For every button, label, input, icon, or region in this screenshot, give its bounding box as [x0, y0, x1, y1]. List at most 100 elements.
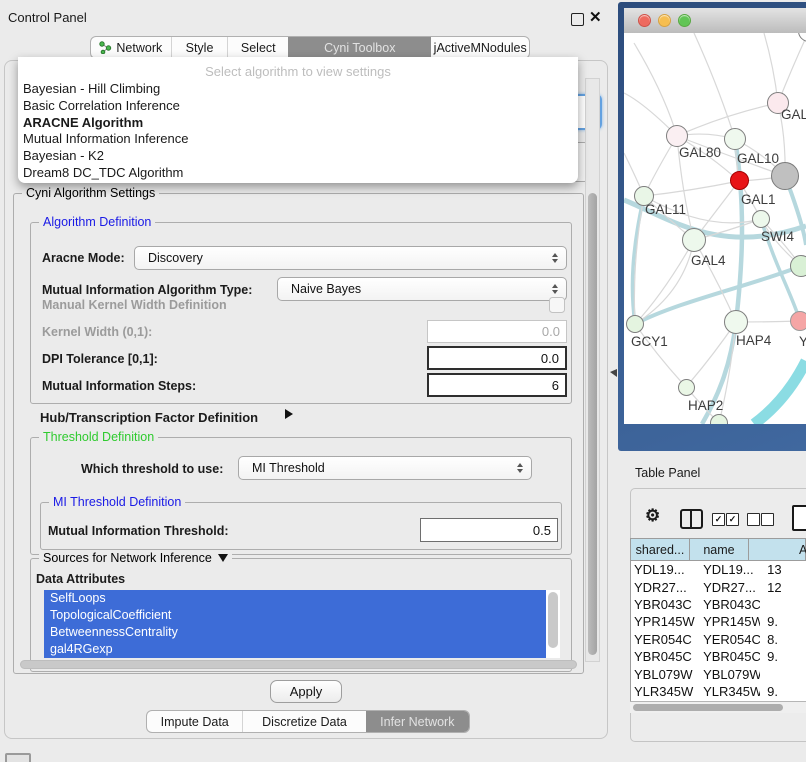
minimize-traffic-light-icon[interactable] — [658, 14, 671, 27]
table-horizontal-scrollbar[interactable] — [630, 701, 806, 713]
table-row: YBR045CYBR045C9. — [631, 648, 806, 665]
float-window-icon[interactable] — [571, 13, 584, 26]
table-scrollbar-thumb[interactable] — [633, 704, 783, 711]
tab-infer-network[interactable]: Infer Network — [366, 711, 469, 732]
tab-jactivemnodules[interactable]: jActiveMNodules — [431, 37, 529, 58]
deselect-all-columns-icon2[interactable] — [761, 513, 774, 526]
list-scrollbar-thumb[interactable] — [548, 592, 558, 648]
dropdown-item[interactable]: Basic Correlation Inference — [18, 98, 578, 115]
network-window-titlebar[interactable] — [624, 8, 806, 34]
node-gal4[interactable] — [682, 228, 706, 252]
network-canvas[interactable]: GAL80 GAL10 GAL1 GAL11 SWI4 GAL4 GCY1 HA… — [624, 33, 806, 424]
dropdown-item[interactable]: Mutual Information Inference — [18, 131, 578, 148]
node-label-gal11: GAL11 — [645, 202, 686, 217]
app-screen: Control Panel ✕ Network Style Select Cyn… — [0, 0, 806, 762]
scrollbar-thumb[interactable] — [588, 193, 597, 655]
node-y-cut[interactable] — [790, 311, 806, 331]
settings-group-title: Cyni Algorithm Settings — [22, 186, 159, 200]
dropdown-item[interactable]: Bayesian - Hill Climbing — [18, 81, 578, 98]
export-table-icon[interactable] — [792, 505, 806, 531]
node-hap2[interactable] — [678, 379, 695, 396]
mi-threshold-label: Mutual Information Threshold: — [48, 524, 229, 538]
algorithm-definition-title: Algorithm Definition — [39, 215, 155, 229]
dropdown-item[interactable]: Bayesian - K2 — [18, 148, 578, 165]
dropdown-item[interactable]: Dream8 DC_TDC Algorithm — [18, 165, 578, 182]
mi-type-combo[interactable]: Naive Bayes — [277, 277, 567, 301]
aracne-mode-combo[interactable]: Discovery — [134, 246, 567, 270]
columns-icon[interactable] — [680, 509, 703, 529]
node-label-hap4: HAP4 — [736, 333, 771, 348]
dropdown-item-selected[interactable]: ARACNE Algorithm — [18, 115, 578, 132]
tab-style[interactable]: Style — [171, 37, 228, 58]
manual-kernel-checkbox[interactable] — [549, 297, 565, 313]
mi-threshold-field[interactable]: 0.5 — [420, 518, 558, 542]
node-gal10[interactable] — [724, 128, 746, 150]
node-gal1[interactable] — [730, 171, 749, 190]
tab-select[interactable]: Select — [227, 37, 288, 58]
node-gal80[interactable] — [666, 125, 688, 147]
settings-vertical-scrollbar[interactable] — [585, 78, 600, 662]
table-panel-title: Table Panel — [635, 466, 700, 480]
attribute-item[interactable]: TopologicalCoefficient — [44, 607, 546, 624]
attribute-item[interactable]: gal4RGexp — [44, 641, 546, 658]
tab-network[interactable]: Network — [91, 37, 171, 58]
select-all-columns-icon2[interactable]: ✓ — [726, 513, 739, 526]
tab-discretize-data[interactable]: Discretize Data — [242, 711, 365, 732]
select-all-columns-icon[interactable]: ✓ — [712, 513, 725, 526]
table-row: YDR27...YDR27...12 — [631, 578, 806, 595]
algorithm-dropdown: Select algorithm to view settings Bayesi… — [18, 57, 578, 183]
close-icon[interactable]: ✕ — [589, 8, 602, 26]
kernel-width-field[interactable]: 0.0 — [427, 320, 567, 343]
sources-group-title: Sources for Network Inference — [43, 551, 212, 565]
combo-spinner-icon — [552, 284, 558, 294]
table-row: YER054CYER054C8. — [631, 631, 806, 648]
node-hap4[interactable] — [724, 310, 748, 334]
node-label-y-cut: Y — [799, 334, 806, 349]
apply-button[interactable]: Apply — [270, 680, 342, 703]
tab-cyni-toolbox[interactable]: Cyni Toolbox — [288, 37, 431, 58]
table-body[interactable]: YDL19...YDL19...13 YDR27...YDR27...12 YB… — [630, 561, 806, 701]
gear-icon[interactable]: ⚙ — [645, 506, 660, 526]
node-unnamed-gray[interactable] — [771, 162, 799, 190]
node-swi4[interactable] — [752, 210, 770, 228]
node-unnamed-green-right[interactable] — [790, 255, 806, 277]
deselect-all-columns-icon[interactable] — [747, 513, 760, 526]
hub-section-label[interactable]: Hub/Transcription Factor Definition — [40, 410, 258, 425]
mi-type-label: Mutual Information Algorithm Type: — [42, 283, 252, 297]
which-threshold-label: Which threshold to use: — [81, 462, 223, 476]
network-tab-icon — [99, 41, 112, 54]
table-row: YPR145WYPR145W9. — [631, 613, 806, 630]
tab-impute-data[interactable]: Impute Data — [147, 711, 242, 732]
attribute-items: SelfLoops TopologicalCoefficient Between… — [44, 590, 546, 658]
mi-steps-field[interactable]: 6 — [427, 373, 567, 397]
dropdown-items: Bayesian - Hill Climbing Basic Correlati… — [18, 81, 578, 182]
column-header-cut[interactable]: A — [749, 539, 805, 560]
zoom-traffic-light-icon[interactable] — [678, 14, 691, 27]
node-label-gal10: GAL10 — [737, 151, 779, 166]
dpi-tolerance-field[interactable]: 0.0 — [427, 346, 567, 370]
node-label-gal1: GAL1 — [741, 192, 776, 207]
attribute-item[interactable]: BetweennessCentrality — [44, 624, 546, 641]
settings-horizontal-scrollbar[interactable] — [20, 660, 577, 669]
tab-network-label: Network — [116, 41, 162, 55]
manual-kernel-label: Manual Kernel Width Definition — [42, 298, 227, 312]
aracne-mode-label: Aracne Mode: — [42, 251, 125, 265]
attribute-item[interactable]: SelfLoops — [44, 590, 546, 607]
column-header-name[interactable]: name — [690, 539, 749, 560]
node-gcy1[interactable] — [626, 315, 644, 333]
sources-collapse-arrow-icon[interactable] — [218, 554, 228, 562]
control-panel-tabs: Network Style Select Cyni Toolbox jActiv… — [90, 36, 530, 59]
column-header-shared-name[interactable]: shared... — [631, 539, 690, 560]
hub-expand-arrow-icon[interactable] — [285, 409, 293, 419]
sources-group-title-row[interactable]: Sources for Network Inference — [39, 551, 232, 565]
close-traffic-light-icon[interactable] — [638, 14, 651, 27]
mi-threshold-definition-title: MI Threshold Definition — [49, 495, 185, 509]
mi-steps-label: Mutual Information Steps: — [42, 379, 196, 393]
minimized-panel-icon[interactable] — [5, 753, 31, 762]
which-threshold-combo[interactable]: MI Threshold — [238, 456, 532, 480]
table-header: shared... name A — [630, 538, 806, 561]
table-row: YBL079WYBL079W — [631, 665, 806, 682]
data-attributes-list[interactable]: SelfLoops TopologicalCoefficient Between… — [44, 590, 560, 658]
node-label-gal-cut: GAL — [781, 107, 806, 122]
control-panel-title: Control Panel — [8, 10, 87, 25]
